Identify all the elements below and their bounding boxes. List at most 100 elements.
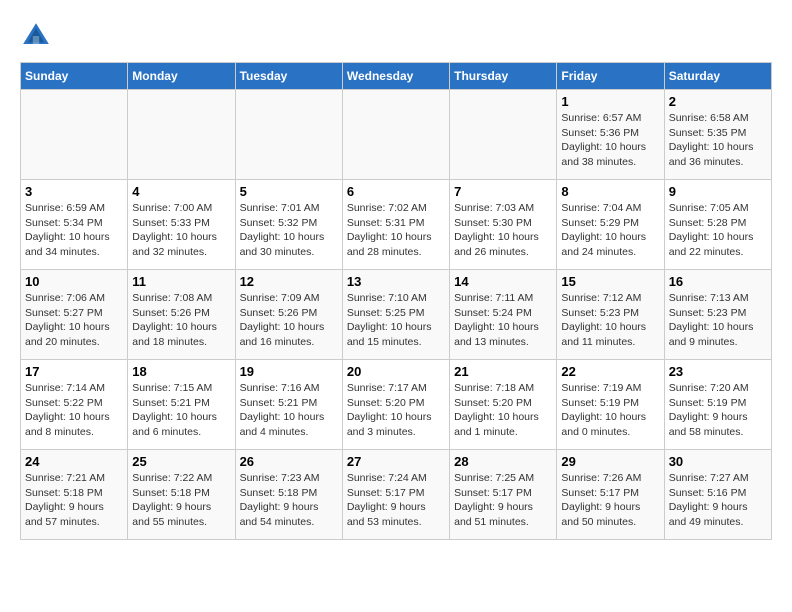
day-info: Sunrise: 7:14 AMSunset: 5:22 PMDaylight:… — [25, 381, 123, 440]
calendar-cell: 7 Sunrise: 7:03 AMSunset: 5:30 PMDaylight… — [450, 180, 557, 270]
day-number: 14 — [454, 274, 552, 289]
header-day-thursday: Thursday — [450, 63, 557, 90]
day-number: 10 — [25, 274, 123, 289]
header-day-saturday: Saturday — [664, 63, 771, 90]
calendar-cell: 10 Sunrise: 7:06 AMSunset: 5:27 PMDayligh… — [21, 270, 128, 360]
calendar-cell: 14 Sunrise: 7:11 AMSunset: 5:24 PMDayligh… — [450, 270, 557, 360]
calendar-cell: 21 Sunrise: 7:18 AMSunset: 5:20 PMDayligh… — [450, 360, 557, 450]
day-info: Sunrise: 7:18 AMSunset: 5:20 PMDaylight:… — [454, 381, 552, 440]
day-info: Sunrise: 7:04 AMSunset: 5:29 PMDaylight:… — [561, 201, 659, 260]
day-number: 25 — [132, 454, 230, 469]
day-info: Sunrise: 7:12 AMSunset: 5:23 PMDaylight:… — [561, 291, 659, 350]
day-number: 16 — [669, 274, 767, 289]
day-info: Sunrise: 7:20 AMSunset: 5:19 PMDaylight:… — [669, 381, 767, 440]
calendar-cell: 16 Sunrise: 7:13 AMSunset: 5:23 PMDayligh… — [664, 270, 771, 360]
day-info: Sunrise: 7:24 AMSunset: 5:17 PMDaylight:… — [347, 471, 445, 530]
day-info: Sunrise: 7:15 AMSunset: 5:21 PMDaylight:… — [132, 381, 230, 440]
calendar-cell: 13 Sunrise: 7:10 AMSunset: 5:25 PMDayligh… — [342, 270, 449, 360]
calendar-cell: 20 Sunrise: 7:17 AMSunset: 5:20 PMDayligh… — [342, 360, 449, 450]
day-info: Sunrise: 7:16 AMSunset: 5:21 PMDaylight:… — [240, 381, 338, 440]
header-day-sunday: Sunday — [21, 63, 128, 90]
page-header — [20, 20, 772, 52]
calendar-cell: 27 Sunrise: 7:24 AMSunset: 5:17 PMDayligh… — [342, 450, 449, 540]
calendar-cell — [342, 90, 449, 180]
calendar-cell: 4Sunrise: 7:00 AMSunset: 5:33 PMDaylight… — [128, 180, 235, 270]
day-number: 17 — [25, 364, 123, 379]
calendar-cell: 1 Sunrise: 6:57 AMSunset: 5:36 PMDaylight… — [557, 90, 664, 180]
day-number: 21 — [454, 364, 552, 379]
day-info: Sunrise: 7:09 AMSunset: 5:26 PMDaylight:… — [240, 291, 338, 350]
calendar-cell: 12 Sunrise: 7:09 AMSunset: 5:26 PMDayligh… — [235, 270, 342, 360]
header-day-wednesday: Wednesday — [342, 63, 449, 90]
day-number: 11 — [132, 274, 230, 289]
logo — [20, 20, 56, 52]
logo-icon — [20, 20, 52, 52]
day-number: 8 — [561, 184, 659, 199]
day-info: Sunrise: 7:25 AMSunset: 5:17 PMDaylight:… — [454, 471, 552, 530]
calendar-cell: 8 Sunrise: 7:04 AMSunset: 5:29 PMDaylight… — [557, 180, 664, 270]
calendar-cell — [235, 90, 342, 180]
calendar-cell: 11Sunrise: 7:08 AMSunset: 5:26 PMDayligh… — [128, 270, 235, 360]
header-day-tuesday: Tuesday — [235, 63, 342, 90]
calendar-cell: 29 Sunrise: 7:26 AMSunset: 5:17 PMDayligh… — [557, 450, 664, 540]
calendar-cell: 6 Sunrise: 7:02 AMSunset: 5:31 PMDaylight… — [342, 180, 449, 270]
day-number: 13 — [347, 274, 445, 289]
calendar-cell: 22 Sunrise: 7:19 AMSunset: 5:19 PMDayligh… — [557, 360, 664, 450]
day-info: Sunrise: 7:21 AMSunset: 5:18 PMDaylight:… — [25, 471, 123, 530]
day-number: 27 — [347, 454, 445, 469]
calendar-cell: 15Sunrise: 7:12 AMSunset: 5:23 PMDayligh… — [557, 270, 664, 360]
calendar-cell: 3 Sunrise: 6:59 AMSunset: 5:34 PMDaylight… — [21, 180, 128, 270]
header-day-friday: Friday — [557, 63, 664, 90]
day-number: 2 — [669, 94, 767, 109]
day-info: Sunrise: 7:03 AMSunset: 5:30 PMDaylight:… — [454, 201, 552, 260]
day-number: 20 — [347, 364, 445, 379]
day-info: Sunrise: 7:10 AMSunset: 5:25 PMDaylight:… — [347, 291, 445, 350]
week-row-0: 1 Sunrise: 6:57 AMSunset: 5:36 PMDaylight… — [21, 90, 772, 180]
day-info: Sunrise: 7:06 AMSunset: 5:27 PMDaylight:… — [25, 291, 123, 350]
day-number: 23 — [669, 364, 767, 379]
day-number: 12 — [240, 274, 338, 289]
calendar-cell: 18Sunrise: 7:15 AMSunset: 5:21 PMDayligh… — [128, 360, 235, 450]
day-number: 29 — [561, 454, 659, 469]
week-row-3: 17 Sunrise: 7:14 AMSunset: 5:22 PMDayligh… — [21, 360, 772, 450]
day-number: 26 — [240, 454, 338, 469]
day-number: 19 — [240, 364, 338, 379]
calendar-cell: 30 Sunrise: 7:27 AMSunset: 5:16 PMDayligh… — [664, 450, 771, 540]
week-row-2: 10 Sunrise: 7:06 AMSunset: 5:27 PMDayligh… — [21, 270, 772, 360]
calendar-cell: 17 Sunrise: 7:14 AMSunset: 5:22 PMDayligh… — [21, 360, 128, 450]
day-info: Sunrise: 7:27 AMSunset: 5:16 PMDaylight:… — [669, 471, 767, 530]
day-number: 5 — [240, 184, 338, 199]
calendar-cell: 19 Sunrise: 7:16 AMSunset: 5:21 PMDayligh… — [235, 360, 342, 450]
day-number: 9 — [669, 184, 767, 199]
day-info: Sunrise: 7:00 AMSunset: 5:33 PMDaylight:… — [132, 201, 230, 260]
day-info: Sunrise: 7:02 AMSunset: 5:31 PMDaylight:… — [347, 201, 445, 260]
day-info: Sunrise: 6:59 AMSunset: 5:34 PMDaylight:… — [25, 201, 123, 260]
calendar-cell — [128, 90, 235, 180]
calendar-cell: 9 Sunrise: 7:05 AMSunset: 5:28 PMDaylight… — [664, 180, 771, 270]
day-info: Sunrise: 7:05 AMSunset: 5:28 PMDaylight:… — [669, 201, 767, 260]
day-info: Sunrise: 7:23 AMSunset: 5:18 PMDaylight:… — [240, 471, 338, 530]
week-row-4: 24Sunrise: 7:21 AMSunset: 5:18 PMDayligh… — [21, 450, 772, 540]
day-number: 6 — [347, 184, 445, 199]
calendar-cell: 26 Sunrise: 7:23 AMSunset: 5:18 PMDayligh… — [235, 450, 342, 540]
calendar-cell — [21, 90, 128, 180]
day-info: Sunrise: 7:13 AMSunset: 5:23 PMDaylight:… — [669, 291, 767, 350]
day-number: 30 — [669, 454, 767, 469]
day-number: 7 — [454, 184, 552, 199]
day-info: Sunrise: 7:22 AMSunset: 5:18 PMDaylight:… — [132, 471, 230, 530]
day-info: Sunrise: 6:57 AMSunset: 5:36 PMDaylight:… — [561, 111, 659, 170]
day-info: Sunrise: 6:58 AMSunset: 5:35 PMDaylight:… — [669, 111, 767, 170]
header-row: SundayMondayTuesdayWednesdayThursdayFrid… — [21, 63, 772, 90]
day-info: Sunrise: 7:11 AMSunset: 5:24 PMDaylight:… — [454, 291, 552, 350]
day-info: Sunrise: 7:19 AMSunset: 5:19 PMDaylight:… — [561, 381, 659, 440]
calendar-cell: 5Sunrise: 7:01 AMSunset: 5:32 PMDaylight… — [235, 180, 342, 270]
calendar-cell: 2 Sunrise: 6:58 AMSunset: 5:35 PMDaylight… — [664, 90, 771, 180]
day-number: 3 — [25, 184, 123, 199]
day-info: Sunrise: 7:26 AMSunset: 5:17 PMDaylight:… — [561, 471, 659, 530]
calendar-table: SundayMondayTuesdayWednesdayThursdayFrid… — [20, 62, 772, 540]
calendar-cell: 23 Sunrise: 7:20 AMSunset: 5:19 PMDayligh… — [664, 360, 771, 450]
day-number: 22 — [561, 364, 659, 379]
day-info: Sunrise: 7:17 AMSunset: 5:20 PMDaylight:… — [347, 381, 445, 440]
day-number: 1 — [561, 94, 659, 109]
day-number: 28 — [454, 454, 552, 469]
